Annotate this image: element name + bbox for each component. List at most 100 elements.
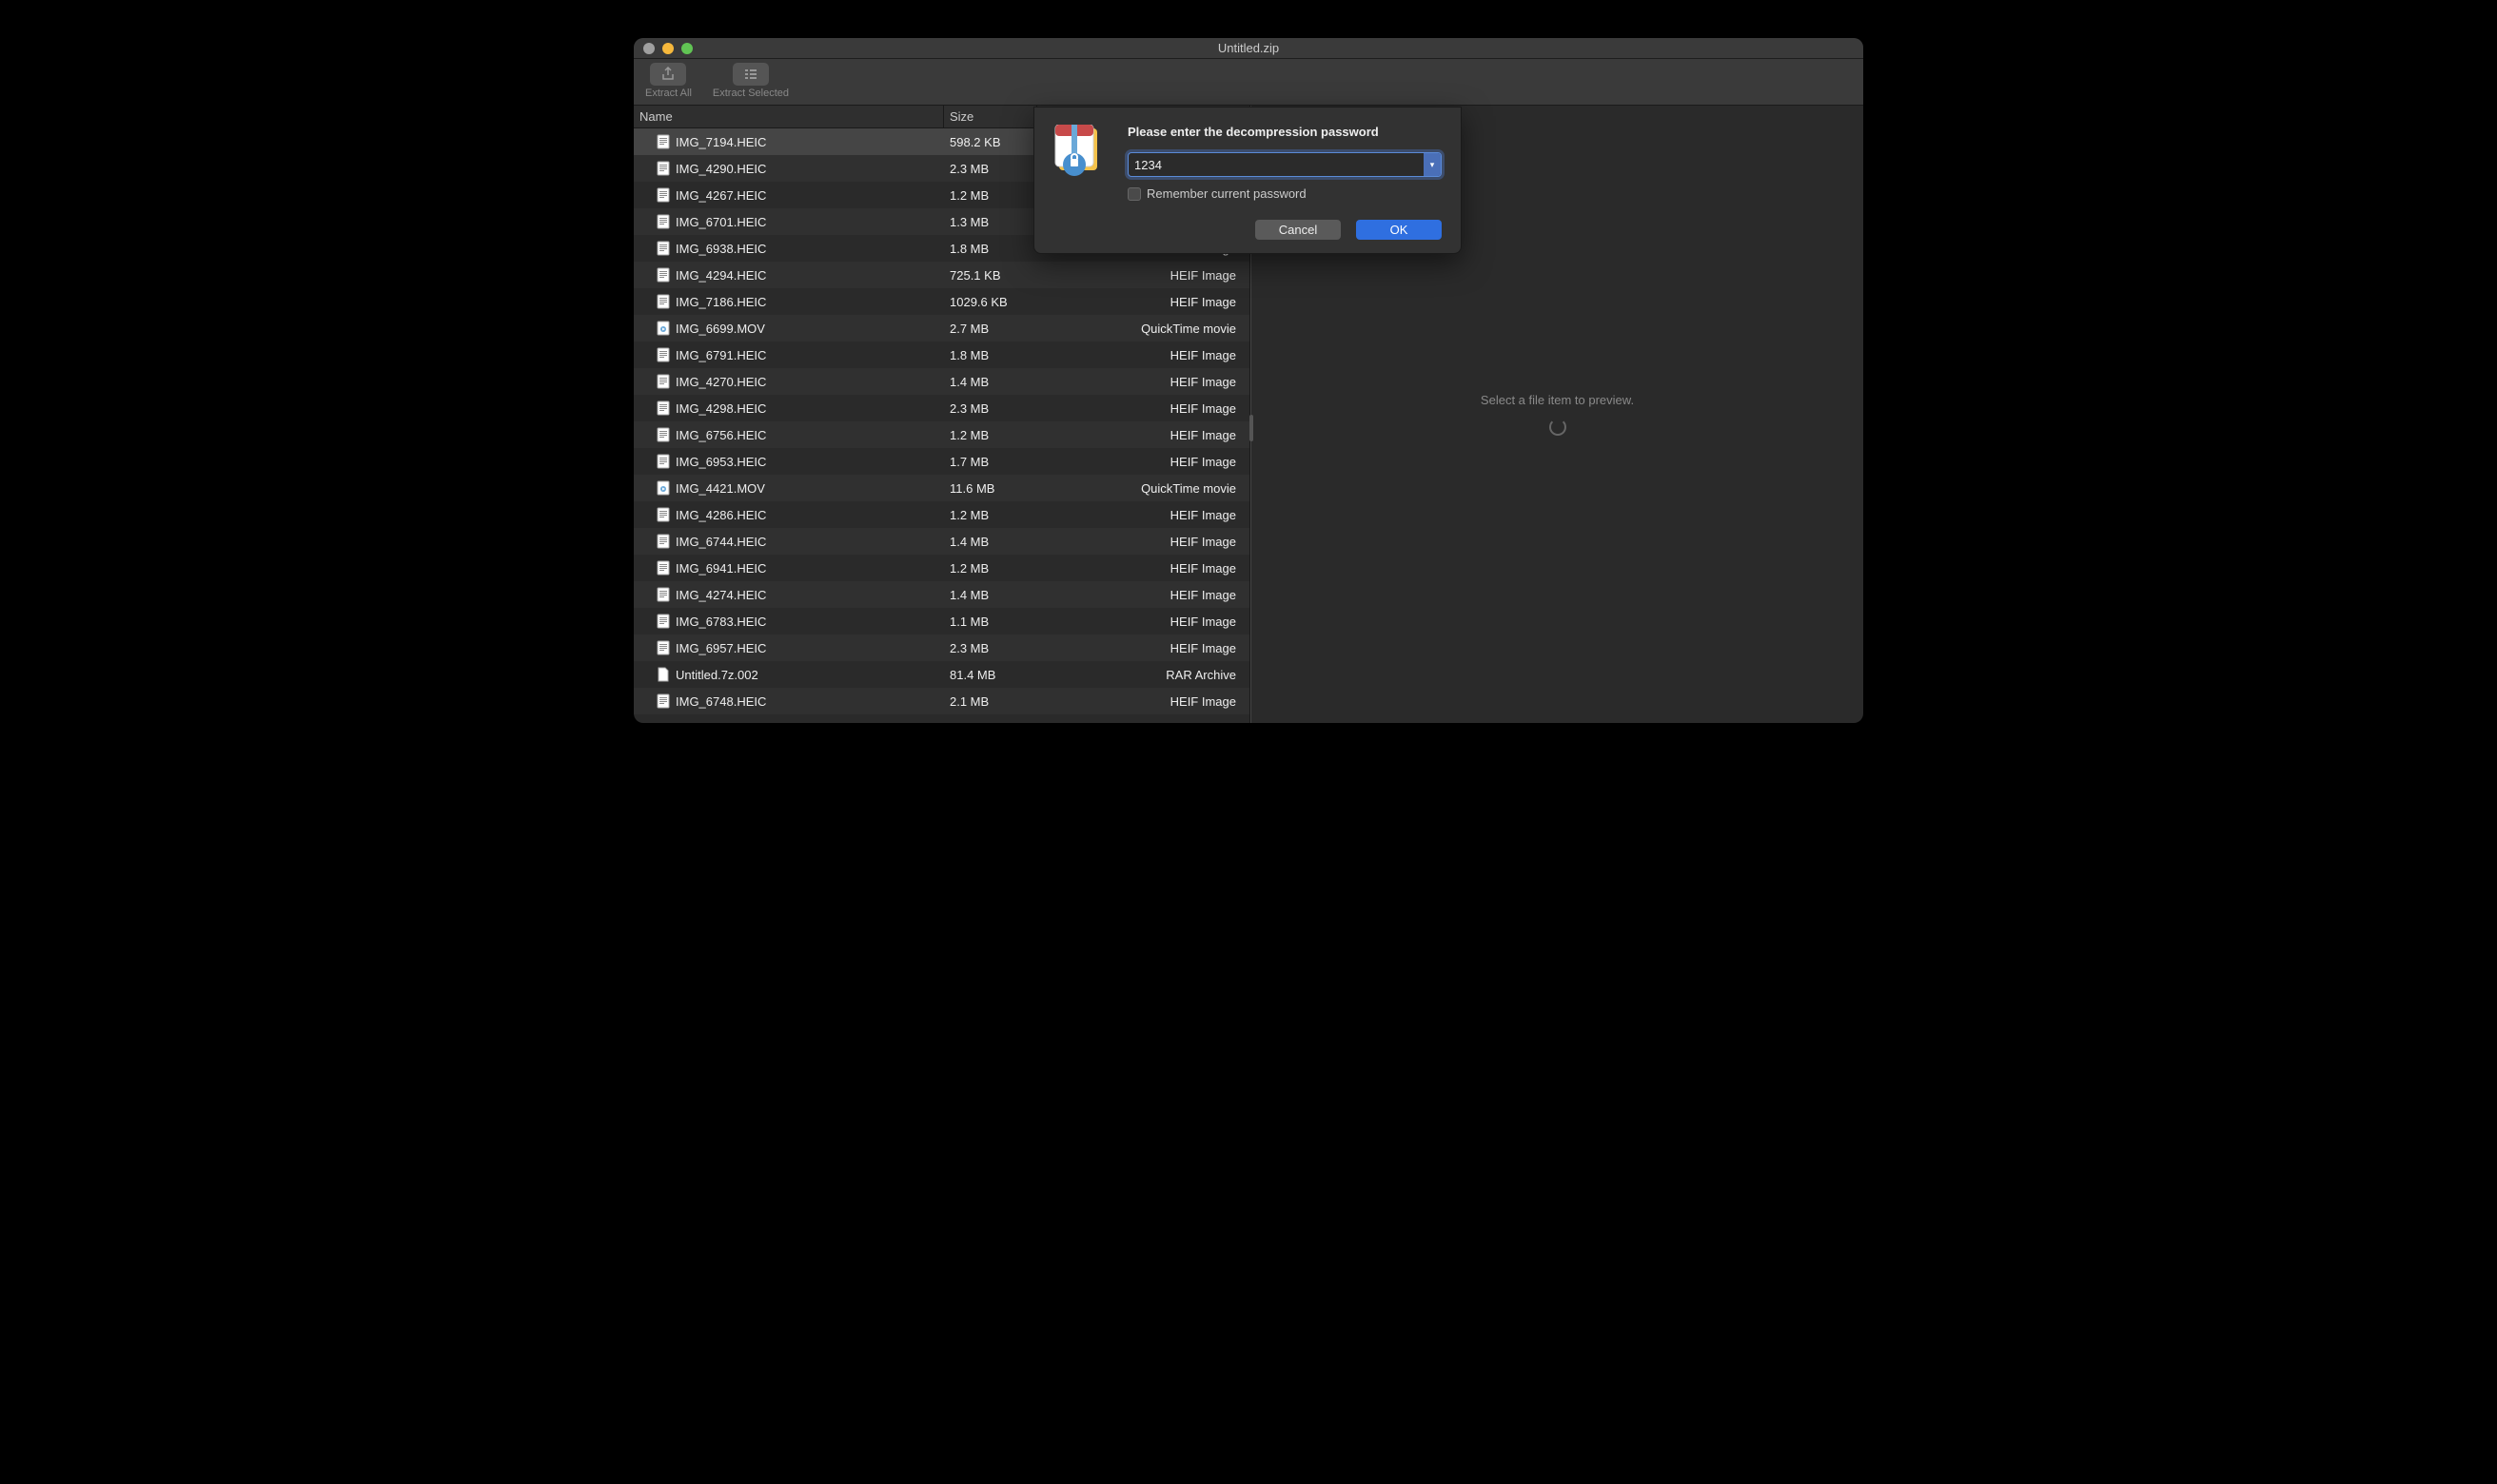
- titlebar: Untitled.zip: [634, 38, 1863, 59]
- file-size: 1.7 MB: [944, 455, 1037, 469]
- file-kind: RAR Archive: [1037, 668, 1249, 682]
- table-row[interactable]: IMG_6748.HEIC2.1 MBHEIF Image: [634, 688, 1249, 714]
- pane-resize-handle[interactable]: [1249, 415, 1253, 441]
- file-kind: HEIF Image: [1037, 535, 1249, 549]
- file-icon: [657, 560, 670, 576]
- archive-lock-icon: [1053, 125, 1111, 178]
- password-combo: ▾: [1128, 152, 1442, 177]
- file-name: IMG_7194.HEIC: [676, 135, 766, 149]
- table-row[interactable]: IMG_4286.HEIC1.2 MBHEIF Image: [634, 501, 1249, 528]
- file-icon: [657, 480, 670, 496]
- table-row[interactable]: IMG_6783.HEIC1.1 MBHEIF Image: [634, 608, 1249, 635]
- minimize-window-button[interactable]: [662, 43, 674, 54]
- table-row[interactable]: IMG_6744.HEIC1.4 MBHEIF Image: [634, 528, 1249, 555]
- table-row[interactable]: IMG_7186.HEIC1029.6 KBHEIF Image: [634, 288, 1249, 315]
- table-row[interactable]: IMG_4298.HEIC 2.3 MBHEIF Image: [634, 395, 1249, 421]
- file-icon: [657, 267, 670, 283]
- file-icon: [657, 693, 670, 709]
- file-name: IMG_6748.HEIC: [676, 694, 766, 709]
- cancel-button[interactable]: Cancel: [1255, 220, 1341, 240]
- file-name: IMG_6756.HEIC: [676, 428, 766, 442]
- table-row[interactable]: Untitled.7z.00281.4 MBRAR Archive: [634, 661, 1249, 688]
- file-icon: [657, 374, 670, 389]
- window-title: Untitled.zip: [634, 41, 1863, 55]
- file-size: 11.6 MB: [944, 481, 1037, 496]
- file-icon: [657, 640, 670, 655]
- file-kind: HEIF Image: [1037, 588, 1249, 602]
- column-header-size[interactable]: Size: [944, 106, 1037, 127]
- chevron-down-icon: ▾: [1430, 160, 1435, 170]
- file-size: 81.4 MB: [944, 668, 1037, 682]
- file-kind: HEIF Image: [1037, 455, 1249, 469]
- file-size: 1.4 MB: [944, 375, 1037, 389]
- loading-spinner-icon: [1549, 419, 1566, 436]
- file-size: 1.2 MB: [944, 561, 1037, 576]
- app-window: Untitled.zip Extract All Extract Selecte…: [634, 38, 1863, 723]
- table-row[interactable]: IMG_4294.HEIC725.1 KBHEIF Image: [634, 262, 1249, 288]
- column-header-name[interactable]: Name: [634, 106, 944, 127]
- file-icon: [657, 214, 670, 229]
- file-name: IMG_4421.MOV: [676, 481, 765, 496]
- table-row[interactable]: IMG_4274.HEIC1.4 MBHEIF Image: [634, 581, 1249, 608]
- combo-dropdown-button[interactable]: ▾: [1424, 153, 1441, 176]
- file-icon: [657, 454, 670, 469]
- table-row[interactable]: IMG_4270.HEIC1.4 MBHEIF Image: [634, 368, 1249, 395]
- file-name: IMG_6953.HEIC: [676, 455, 766, 469]
- file-icon: [657, 294, 670, 309]
- table-row[interactable]: IMG_6791.HEIC1.8 MBHEIF Image: [634, 342, 1249, 368]
- file-icon: [657, 241, 670, 256]
- file-icon: [657, 400, 670, 416]
- file-name: IMG_4286.HEIC: [676, 508, 766, 522]
- file-name: IMG_6744.HEIC: [676, 535, 766, 549]
- table-row[interactable]: IMG_6756.HEIC1.2 MBHEIF Image: [634, 421, 1249, 448]
- file-icon: [657, 134, 670, 149]
- table-row[interactable]: IMG_6941.HEIC1.2 MBHEIF Image: [634, 555, 1249, 581]
- file-icon: [657, 667, 670, 682]
- table-row[interactable]: IMG_4421.MOV 11.6 MBQuickTime movie: [634, 475, 1249, 501]
- file-kind: HEIF Image: [1037, 508, 1249, 522]
- extract-selected-label: Extract Selected: [713, 88, 789, 99]
- file-size: 2.3 MB: [944, 162, 1037, 176]
- password-input[interactable]: [1129, 153, 1424, 176]
- file-name: IMG_4290.HEIC: [676, 162, 766, 176]
- file-name: IMG_4267.HEIC: [676, 188, 766, 203]
- file-icon: [657, 507, 670, 522]
- close-window-button[interactable]: [643, 43, 655, 54]
- list-icon: [743, 68, 758, 81]
- file-icon: [657, 534, 670, 549]
- file-kind: HEIF Image: [1037, 641, 1249, 655]
- file-name: IMG_6791.HEIC: [676, 348, 766, 362]
- extract-all-button[interactable]: Extract All: [645, 63, 692, 99]
- file-name: IMG_4294.HEIC: [676, 268, 766, 283]
- file-size: 598.2 KB: [944, 135, 1037, 149]
- table-row[interactable]: IMG_6957.HEIC2.3 MBHEIF Image: [634, 635, 1249, 661]
- file-icon: [657, 587, 670, 602]
- file-size: 2.7 MB: [944, 322, 1037, 336]
- file-size: 1.2 MB: [944, 188, 1037, 203]
- extract-selected-button[interactable]: Extract Selected: [713, 63, 789, 99]
- file-icon: [657, 614, 670, 629]
- file-name: IMG_4270.HEIC: [676, 375, 766, 389]
- file-kind: QuickTime movie: [1037, 481, 1249, 496]
- file-name: IMG_4298.HEIC: [676, 401, 766, 416]
- file-size: 1.3 MB: [944, 215, 1037, 229]
- file-size: 1.2 MB: [944, 428, 1037, 442]
- file-kind: HEIF Image: [1037, 615, 1249, 629]
- dialog-prompt: Please enter the decompression password: [1128, 125, 1442, 139]
- file-icon: [657, 161, 670, 176]
- preview-placeholder-text: Select a file item to preview.: [1481, 393, 1634, 407]
- file-name: IMG_6957.HEIC: [676, 641, 766, 655]
- file-icon: [657, 321, 670, 336]
- file-kind: HEIF Image: [1037, 694, 1249, 709]
- file-kind: HEIF Image: [1037, 401, 1249, 416]
- table-row[interactable]: IMG_6953.HEIC 1.7 MBHEIF Image: [634, 448, 1249, 475]
- table-row[interactable]: IMG_6699.MOV2.7 MBQuickTime movie: [634, 315, 1249, 342]
- file-name: IMG_7186.HEIC: [676, 295, 766, 309]
- maximize-window-button[interactable]: [681, 43, 693, 54]
- password-dialog: Please enter the decompression password …: [1033, 107, 1462, 254]
- file-size: 1.4 MB: [944, 588, 1037, 602]
- remember-password-checkbox[interactable]: Remember current password: [1128, 186, 1442, 201]
- file-size: 2.3 MB: [944, 401, 1037, 416]
- traffic-lights: [634, 43, 693, 54]
- ok-button[interactable]: OK: [1356, 220, 1442, 240]
